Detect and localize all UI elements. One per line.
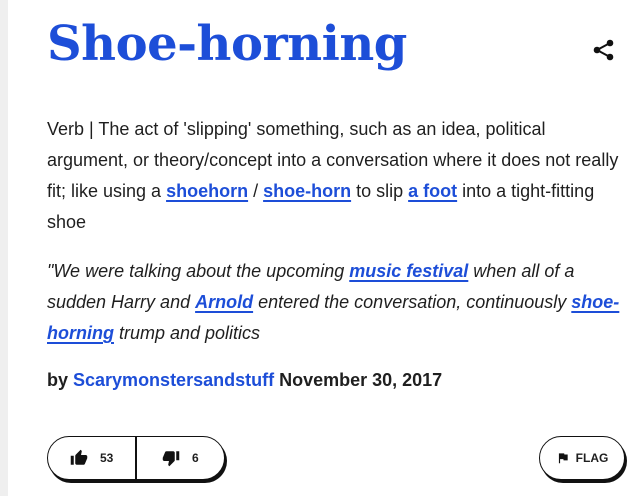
upvote-count: 53 (99, 451, 114, 465)
definition-meaning: Verb | The act of 'slipping' something, … (47, 114, 627, 238)
thumbs-down-icon (162, 451, 180, 467)
meaning-text: to slip (351, 181, 409, 201)
link-shoehorn[interactable]: shoehorn (166, 181, 248, 201)
vote-buttons: 53 6 (47, 436, 225, 480)
example-text: "We were talking about the upcoming (47, 261, 350, 281)
post-date: November 30, 2017 (274, 370, 443, 390)
contributor-byline: by Scarymonstersandstuff November 30, 20… (47, 370, 442, 391)
link-arnold[interactable]: Arnold (195, 292, 253, 312)
flag-button[interactable]: FLAG (539, 436, 625, 480)
link-shoe-horn[interactable]: shoe-horn (263, 181, 351, 201)
link-a-foot[interactable]: a foot (408, 181, 457, 201)
definition-example: "We were talking about the upcoming musi… (47, 256, 627, 349)
meaning-separator: / (248, 181, 264, 201)
thumbs-up-icon (70, 449, 88, 465)
example-text: entered the conversation, continuously (253, 292, 572, 312)
link-music-festival[interactable]: music festival (349, 261, 468, 281)
byline-prefix: by (47, 370, 74, 390)
flag-label: FLAG (575, 451, 609, 465)
downvote-count: 6 (192, 451, 199, 465)
share-icon (593, 39, 614, 61)
downvote-button[interactable]: 6 (137, 437, 224, 479)
left-margin-strip (0, 0, 8, 496)
word-title[interactable]: Shoe-horning (47, 16, 407, 72)
flag-icon (558, 453, 568, 464)
share-button[interactable] (590, 36, 618, 64)
upvote-button[interactable]: 53 (48, 437, 135, 479)
example-text: trump and politics (113, 323, 261, 343)
author-link[interactable]: Scarymonstersandstuff (73, 370, 274, 390)
